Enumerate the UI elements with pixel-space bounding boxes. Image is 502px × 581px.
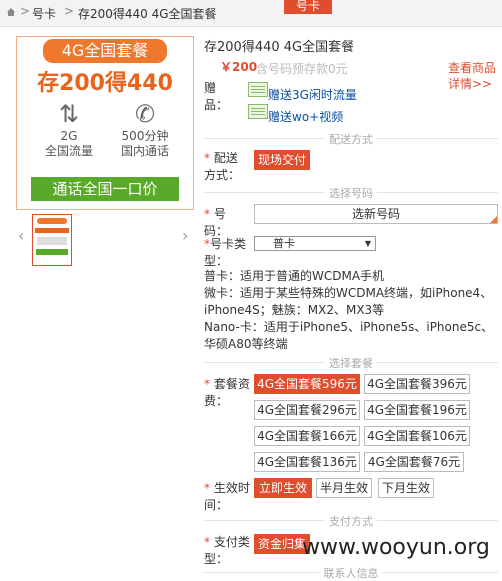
- gift-card-icon: [248, 104, 268, 119]
- breadcrumb-separator: >: [20, 4, 31, 18]
- product-thumbnail[interactable]: [32, 214, 72, 266]
- effective-option-immediate[interactable]: 立即生效: [254, 478, 312, 498]
- phone-icon: ✆: [134, 100, 156, 128]
- package-option[interactable]: 4G全国套餐76元: [364, 452, 464, 472]
- image-stat-calls: ✆ 500分钟 国内通话: [105, 99, 185, 159]
- product-image: 4G全国套餐 存200得440 ⇅ 2G 全国流量 ✆ 500分钟 国内通话 通…: [16, 36, 194, 210]
- image-banner: 通话全国一口价: [31, 177, 179, 201]
- breadcrumb-separator: >: [64, 4, 75, 18]
- watermark: www.wooyun.org: [302, 535, 490, 560]
- image-stat-data: ⇅ 2G 全国流量: [29, 99, 109, 159]
- package-option[interactable]: 4G全国套餐136元: [254, 452, 360, 472]
- gift-item[interactable]: 赠送wo+视频: [268, 108, 343, 125]
- product-price: ￥200: [220, 60, 258, 74]
- home-icon[interactable]: [6, 7, 16, 17]
- view-details-link[interactable]: 查看商品详情>>: [448, 60, 500, 92]
- effective-option-nextmonth[interactable]: 下月生效: [378, 478, 434, 498]
- package-option[interactable]: 4G全国套餐166元: [254, 426, 360, 446]
- transfer-arrows-icon: ⇅: [58, 100, 80, 128]
- chevron-right-icon[interactable]: ›: [182, 226, 188, 245]
- image-headline: 存200得440: [37, 71, 173, 96]
- effective-option-halfmonth[interactable]: 半月生效: [316, 478, 372, 498]
- deposit-text: 含号码预存款0元: [256, 62, 348, 76]
- payment-label: * 支付类型：: [204, 535, 250, 566]
- card-type-select[interactable]: 普卡 ▼: [254, 236, 376, 251]
- gift-card-icon: [248, 82, 268, 97]
- chevron-left-icon[interactable]: ‹: [18, 226, 24, 245]
- section-divider-package: 选择套餐: [204, 355, 498, 371]
- section-divider-delivery: 配送方式: [204, 131, 498, 147]
- select-number-input[interactable]: 选新号码: [254, 204, 498, 224]
- breadcrumb-link-card[interactable]: 号卡: [32, 5, 56, 22]
- package-option[interactable]: 4G全国套餐396元: [364, 374, 470, 394]
- package-option[interactable]: 4G全国套餐106元: [364, 426, 470, 446]
- card-type-notes: 普卡：适用于普通的WCDMA手机 微卡：适用于某些特殊的WCDMA终端，如iPh…: [204, 269, 494, 351]
- section-divider-payment: 支付方式: [204, 513, 498, 529]
- gift-item[interactable]: 赠送3G闲时流量: [268, 86, 357, 103]
- delivery-option-onsite[interactable]: 现场交付: [254, 150, 310, 170]
- breadcrumb-bar: > 号卡 > 存200得440 4G全国套餐: [0, 0, 502, 27]
- image-pill-text: 4G全国套餐: [43, 39, 167, 63]
- tab-card[interactable]: 号卡: [284, 0, 332, 14]
- package-option[interactable]: 4G全国套餐596元: [254, 374, 360, 394]
- product-title: 存200得440 4G全国套餐: [204, 40, 355, 55]
- package-option[interactable]: 4G全国套餐296元: [254, 400, 360, 420]
- breadcrumb-current: 存200得440 4G全国套餐: [78, 7, 217, 21]
- package-option[interactable]: 4G全国套餐196元: [364, 400, 470, 420]
- gift-label: 赠品：: [204, 81, 229, 112]
- section-divider-number: 选择号码: [204, 185, 498, 201]
- effective-label: * 生效时间：: [204, 481, 250, 512]
- number-label: * 号码：: [204, 207, 229, 238]
- delivery-label: * 配送方式：: [204, 151, 241, 182]
- card-type-label: *号卡类型：: [204, 237, 247, 268]
- section-divider-contact: 联系人信息: [204, 565, 498, 581]
- package-label: * 套餐资费：: [204, 377, 250, 408]
- dropdown-caret-icon: ▼: [364, 239, 371, 248]
